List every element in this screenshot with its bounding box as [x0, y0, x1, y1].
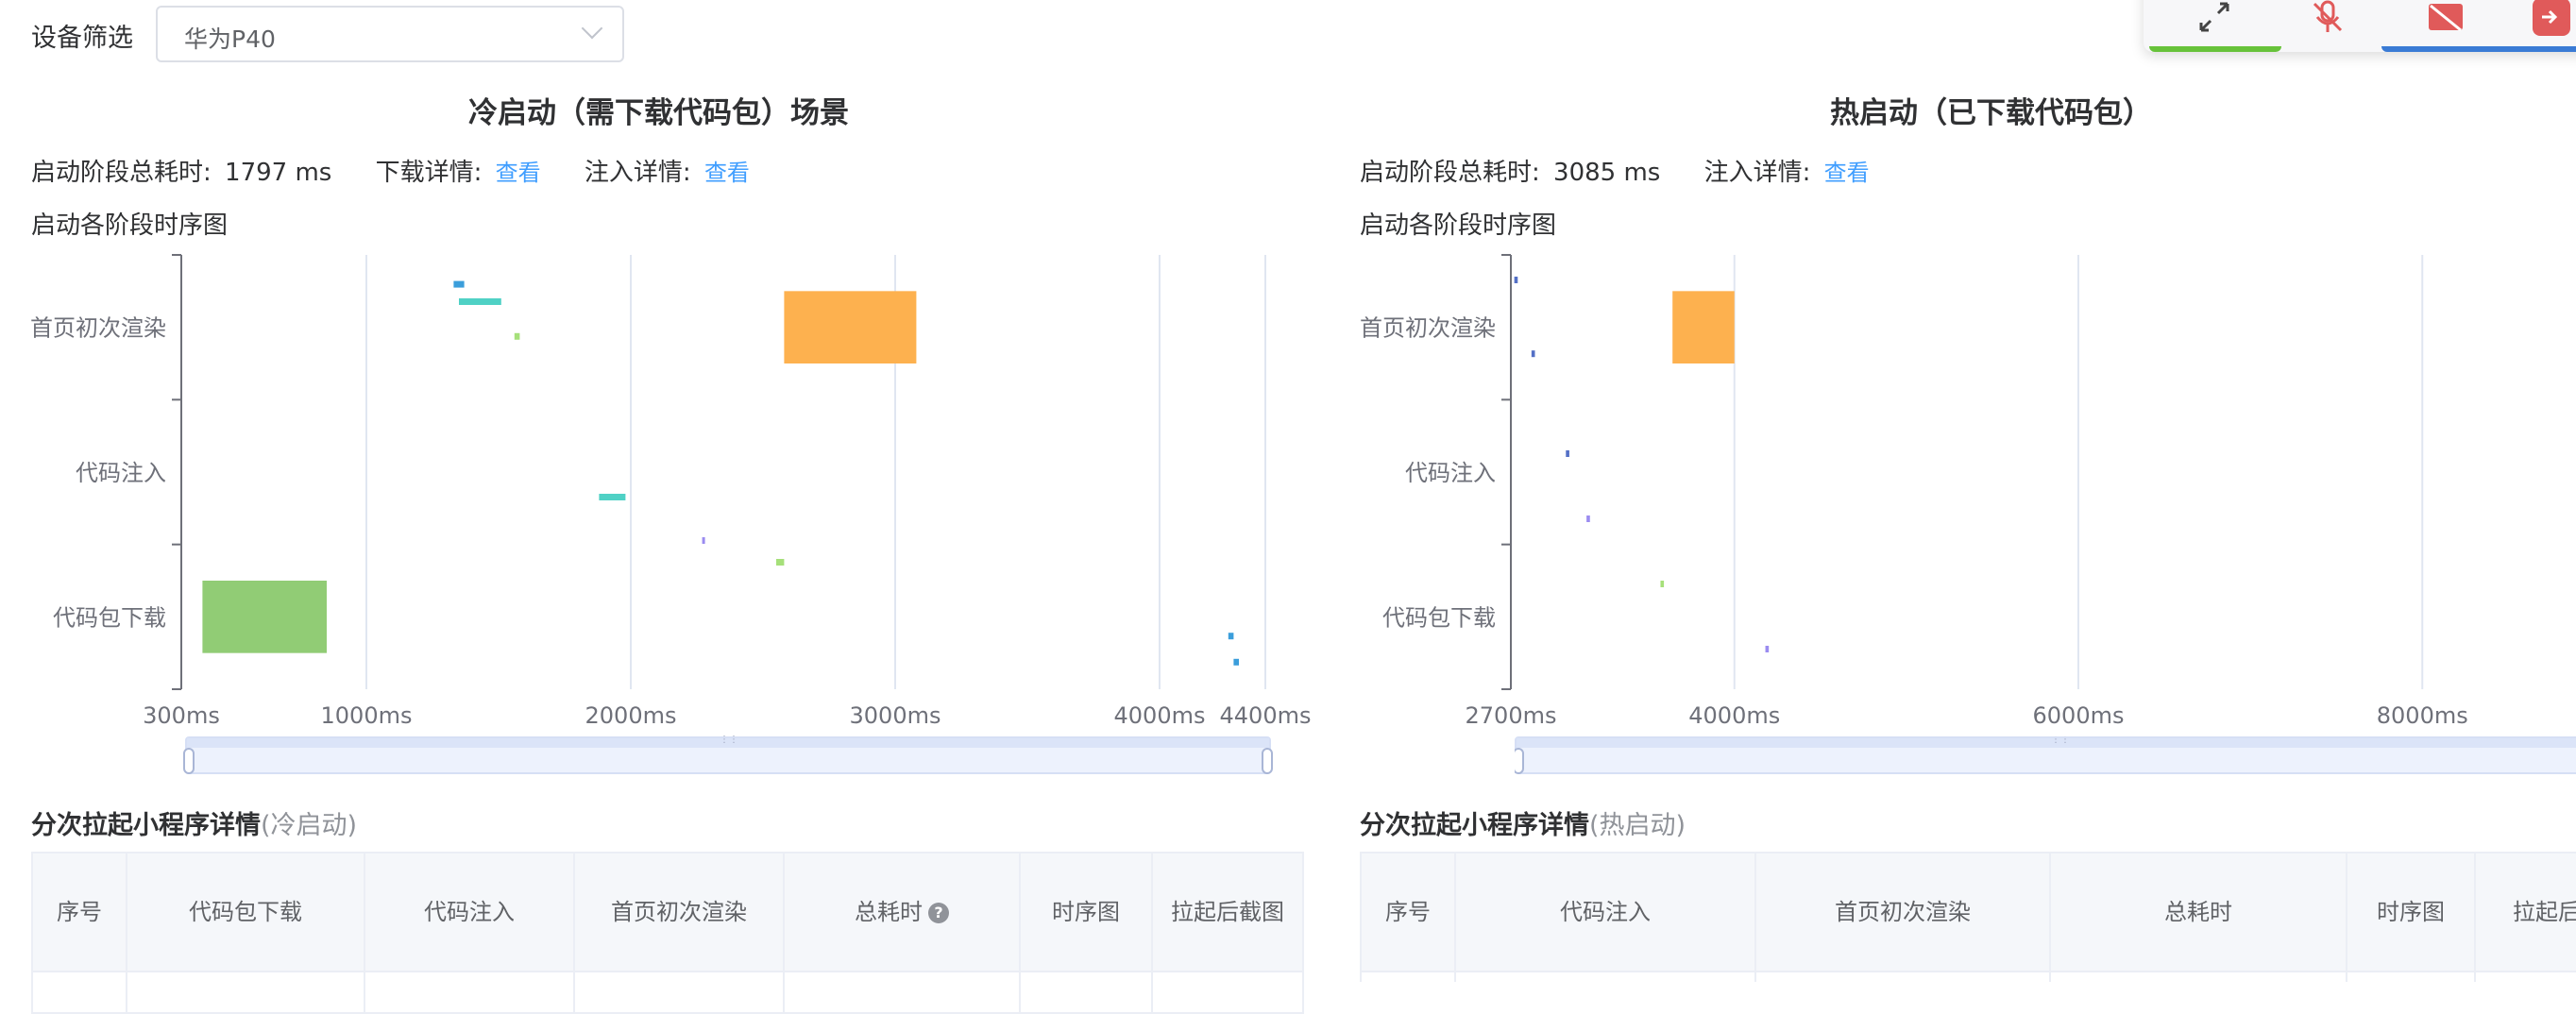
cold-inject-link[interactable]: 查看: [704, 160, 750, 186]
hot-col-screenshot: 拉起后截图: [2474, 852, 2576, 972]
cold-col-timeline: 时序图: [1019, 852, 1153, 972]
hot-col-render: 首页初次渲染: [1754, 852, 2051, 972]
hangup-icon[interactable]: [2533, 0, 2570, 36]
cold-start-title: 冷启动（需下载代码包）场景: [468, 96, 849, 130]
hot-detail-table: 序号 代码注入 首页初次渲染 总耗时 时序图 拉起后截图: [1360, 852, 2576, 982]
cold-download-link[interactable]: 查看: [496, 160, 541, 186]
hot-bar: [1672, 291, 1735, 363]
hot-col-total: 总耗时: [2049, 852, 2347, 972]
hot-total-label: 启动阶段总耗时:: [1360, 159, 1540, 187]
hot-table-row: [1360, 971, 2576, 982]
hot-segment: [1531, 350, 1535, 358]
cold-slider-grip[interactable]: ⋮⋮: [720, 735, 738, 745]
hot-category-label: 首页初次渲染: [1360, 315, 1496, 342]
hot-x-tick-label: 6000ms: [2033, 702, 2125, 729]
hot-table-title: 分次拉起小程序详情(热启动): [1360, 804, 1686, 841]
cold-table-title-hint: (冷启动): [261, 811, 358, 840]
cold-col-index: 序号: [31, 852, 127, 972]
hot-col-index: 序号: [1360, 852, 1456, 972]
cold-x-tick-label: 4000ms: [1114, 702, 1206, 729]
hot-segment: [1765, 646, 1770, 652]
hot-inject-link[interactable]: 查看: [1824, 160, 1870, 186]
hot-slider-handle-left[interactable]: [1515, 748, 1524, 774]
hot-start-gantt-chart: 首页初次渲染代码注入代码包下载2700ms4000ms6000ms8000ms1…: [1360, 254, 2468, 729]
hot-start-title: 热启动（已下载代码包）: [1830, 96, 2152, 130]
cold-slider-handle-left[interactable]: [183, 748, 195, 774]
hot-category-label: 代码包下载: [1382, 604, 1496, 631]
toolbar-accent-blue: [2381, 46, 2576, 52]
help-icon[interactable]: ?: [928, 903, 949, 923]
hot-table-title-hint: (热启动): [1589, 811, 1686, 840]
hot-category-label: 代码注入: [1405, 460, 1496, 486]
hot-table-title-text: 分次拉起小程序详情: [1360, 811, 1589, 840]
hot-segment: [1660, 581, 1665, 587]
hot-zoom-slider[interactable]: ⋮⋮: [1515, 736, 2576, 778]
hot-total-value: 3085 ms: [1553, 159, 1661, 187]
cold-segment: [702, 537, 705, 544]
cold-table-title: 分次拉起小程序详情(冷启动): [31, 804, 357, 841]
cold-segment: [776, 559, 785, 566]
cold-total-value: 1797 ms: [225, 159, 332, 187]
cold-slider-handle-right[interactable]: [1262, 748, 1273, 774]
cold-segment: [453, 280, 465, 288]
hot-col-inject: 代码注入: [1454, 852, 1756, 972]
cold-table-row: [31, 971, 1304, 1014]
cold-download-label: 下载详情:: [375, 159, 483, 187]
hot-x-tick-label: 8000ms: [2377, 702, 2468, 729]
device-filter-label: 设备筛选: [31, 24, 133, 53]
hot-segment: [1586, 515, 1590, 522]
cold-bar: [784, 291, 917, 363]
hot-inject-label: 注入详情:: [1703, 159, 1811, 187]
hot-col-timeline: 时序图: [2346, 852, 2476, 972]
cold-table-header-row: 序号 代码包下载 代码注入 首页初次渲染 总耗时? 时序图 拉起后截图: [31, 852, 1304, 972]
hot-slider-top: [1517, 738, 2576, 748]
cold-segment: [1228, 633, 1234, 640]
cold-start-summary: 启动阶段总耗时: 1797 ms 下载详情: 查看 注入详情: 查看: [31, 153, 786, 188]
cold-segment: [459, 298, 501, 305]
cold-col-total-label: 总耗时: [855, 899, 923, 925]
hot-start-summary: 启动阶段总耗时: 3085 ms 注入详情: 查看: [1360, 153, 1906, 188]
hot-x-tick-label: 4000ms: [1688, 702, 1780, 729]
hot-x-tick-label: 2700ms: [1466, 702, 1557, 729]
cold-start-gantt-chart: 首页初次渲染代码注入代码包下载 300ms 1000ms 2000ms 3000ms 40…: [30, 254, 1312, 729]
cold-bar: [202, 581, 327, 653]
device-filter-select[interactable]: 华为P40: [156, 6, 624, 62]
cold-x-tick-label: 2000ms: [585, 702, 677, 729]
cold-category-label: 代码注入: [76, 460, 166, 486]
hot-segment: [1566, 450, 1569, 457]
cold-x-tick-label: 1000ms: [321, 702, 413, 729]
cold-col-inject: 代码注入: [364, 852, 575, 972]
hot-slider-grip[interactable]: ⋮⋮: [2051, 736, 2070, 745]
cold-col-download: 代码包下载: [126, 852, 365, 972]
hot-segment: [1514, 277, 1518, 283]
cold-x-tick-label: 3000ms: [850, 702, 941, 729]
cold-detail-table: 序号 代码包下载 代码注入 首页初次渲染 总耗时? 时序图 拉起后截图: [31, 852, 1304, 1014]
cold-inject-label: 注入详情:: [584, 159, 691, 187]
cold-category-label: 代码包下载: [53, 604, 166, 631]
cold-zoom-slider[interactable]: ⋮⋮: [183, 735, 1273, 778]
cold-category-label: 首页初次渲染: [30, 315, 166, 342]
cold-x-tick-label: 300ms: [143, 702, 220, 729]
cold-col-render: 首页初次渲染: [573, 852, 785, 972]
hot-table-header-row: 序号 代码注入 首页初次渲染 总耗时 时序图 拉起后截图: [1360, 852, 2576, 972]
camera-off-icon[interactable]: [2427, 0, 2465, 36]
hot-slider-track: [1515, 736, 2576, 774]
cold-segment: [514, 332, 520, 340]
cold-col-screenshot: 拉起后截图: [1151, 852, 1304, 972]
expand-icon[interactable]: [2195, 0, 2233, 36]
device-filter-value: 华为P40: [184, 25, 276, 53]
chevron-down-icon: [581, 17, 603, 40]
toolbar-accent-green: [2149, 46, 2281, 52]
cold-segment: [1233, 658, 1239, 666]
call-toolbar: [2144, 0, 2576, 52]
cold-total-label: 启动阶段总耗时:: [31, 159, 212, 187]
cold-table-title-text: 分次拉起小程序详情: [31, 811, 261, 840]
mic-muted-icon[interactable]: [2309, 0, 2347, 36]
cold-x-tick-label: 4400ms: [1220, 702, 1312, 729]
cold-segment: [599, 494, 626, 500]
cold-col-total: 总耗时?: [783, 852, 1021, 972]
hot-table-wrapper: 序号 代码注入 首页初次渲染 总耗时 时序图 拉起后截图: [1360, 852, 2576, 982]
